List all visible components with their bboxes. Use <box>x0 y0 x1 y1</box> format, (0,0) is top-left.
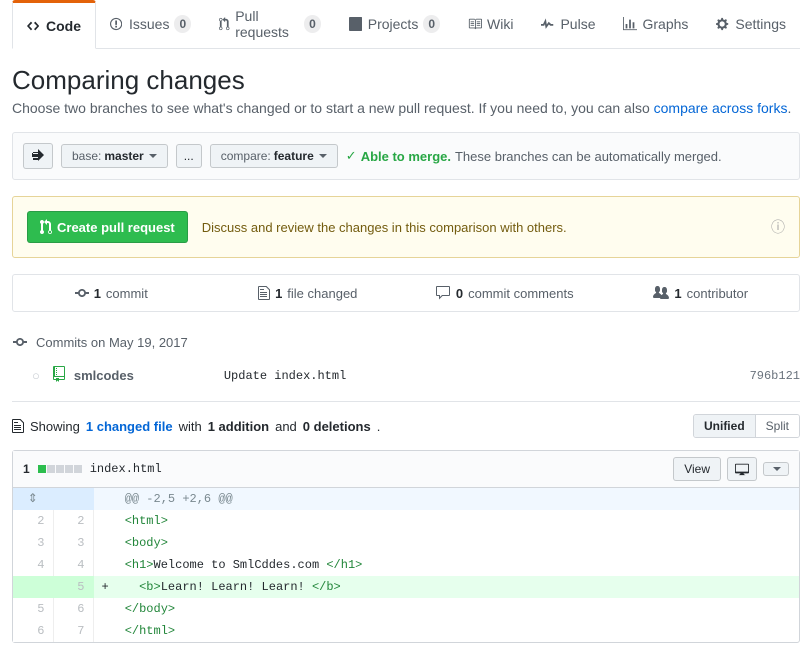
stat-contributors[interactable]: 1contributor <box>603 275 800 311</box>
compare-branch-select[interactable]: compare: feature <box>210 144 338 168</box>
desktop-icon[interactable] <box>727 457 757 481</box>
tab-settings[interactable]: Settings <box>702 0 800 48</box>
help-icon[interactable]: ⓘ <box>771 217 785 237</box>
tab-graphs[interactable]: Graphs <box>609 0 702 48</box>
ellipsis-button[interactable]: ... <box>176 144 202 168</box>
diff-line: 22<html> <box>13 510 799 532</box>
diff-line: 56</body> <box>13 598 799 620</box>
check-icon: ✓ <box>346 148 357 164</box>
code-icon <box>27 19 41 33</box>
stat-files[interactable]: 1file changed <box>210 275 407 311</box>
commit-sha[interactable]: 796b121 <box>750 369 800 383</box>
view-file-button[interactable]: View <box>673 457 721 481</box>
file-header: 1 index.html View <box>13 451 799 488</box>
commit-author[interactable]: smlcodes <box>74 368 224 383</box>
diff-line: 67</html> <box>13 620 799 642</box>
tab-pulse[interactable]: Pulse <box>527 0 609 48</box>
tab-code[interactable]: Code <box>12 0 96 49</box>
issue-icon <box>110 17 124 31</box>
book-icon <box>468 17 482 31</box>
merge-status: ✓ Able to merge. These branches can be a… <box>346 148 722 164</box>
diff-line: 44<h1>Welcome to SmlCddes.com </h1> <box>13 554 799 576</box>
diff-file: 1 index.html View ⇕@@ -2,5 +2,6 @@ 22<ht… <box>12 450 800 643</box>
chevron-down-icon[interactable] <box>763 462 789 476</box>
commit-date-header: Commits on May 19, 2017 <box>12 328 800 356</box>
split-toggle[interactable]: Split <box>755 415 799 437</box>
commit-row[interactable]: ○ smlcodes Update index.html 796b121 <box>12 362 800 389</box>
files-changed-bar: Showing 1 changed file with 1 addition a… <box>12 401 800 450</box>
stat-comments[interactable]: 0commit comments <box>406 275 603 311</box>
diff-table: ⇕@@ -2,5 +2,6 @@ 22<html>33<body>44<h1>W… <box>13 488 799 642</box>
create-pr-box: Create pull request Discuss and review t… <box>12 196 800 258</box>
switch-base-button[interactable] <box>23 143 53 169</box>
commit-message[interactable]: Update index.html <box>224 369 750 383</box>
changed-file-link[interactable]: 1 changed file <box>86 419 173 434</box>
pr-icon <box>219 17 230 31</box>
file-name[interactable]: index.html <box>90 462 162 476</box>
diff-view-toggle: Unified Split <box>693 414 800 438</box>
graph-icon <box>623 17 637 31</box>
comparison-stats: 1commit 1file changed 0commit comments 1… <box>12 274 800 312</box>
unified-toggle[interactable]: Unified <box>694 415 755 437</box>
tab-pull-requests[interactable]: Pull requests0 <box>205 0 335 48</box>
tab-wiki[interactable]: Wiki <box>454 0 527 48</box>
gear-icon <box>716 17 730 31</box>
stat-commits[interactable]: 1commit <box>13 275 210 311</box>
hunk-header: ⇕@@ -2,5 +2,6 @@ <box>13 488 799 510</box>
tab-issues[interactable]: Issues0 <box>96 0 205 48</box>
diff-line: 5+ <b>Learn! Learn! Learn! </b> <box>13 576 799 598</box>
tab-projects[interactable]: Projects0 <box>335 0 454 48</box>
compare-forks-link[interactable]: compare across forks <box>654 100 788 116</box>
create-pull-request-button[interactable]: Create pull request <box>27 211 188 243</box>
page-subtitle: Choose two branches to see what's change… <box>12 100 800 116</box>
base-branch-select[interactable]: base: master <box>61 144 168 168</box>
repo-icon <box>52 366 66 385</box>
compare-range-bar: base: master ... compare: feature ✓ Able… <box>12 132 800 180</box>
commit-dot-icon: ○ <box>32 368 40 383</box>
diff-stat-blocks <box>38 465 82 473</box>
repo-tabs: Code Issues0 Pull requests0 Projects0 Wi… <box>12 0 800 49</box>
pulse-icon <box>541 17 555 31</box>
page-title: Comparing changes <box>12 65 800 96</box>
project-icon <box>349 17 363 31</box>
expand-icon[interactable]: ⇕ <box>13 488 53 510</box>
file-icon <box>12 418 24 434</box>
diff-line: 33<body> <box>13 532 799 554</box>
